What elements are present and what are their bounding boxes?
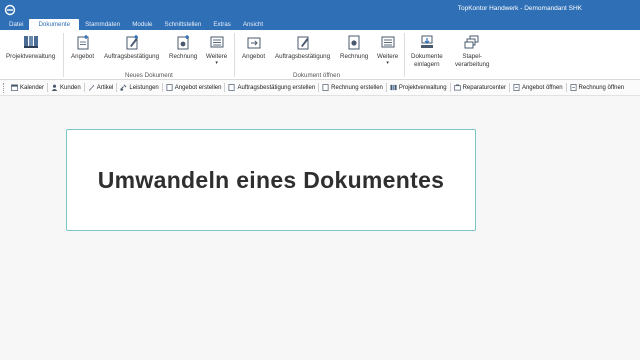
- quick-auftragsbestaetigung-erstellen[interactable]: Auftragsbestätigung erstellen: [225, 84, 318, 91]
- open-angebot-button[interactable]: Angebot: [242, 34, 265, 61]
- quick-leistungen[interactable]: Leistungen: [117, 84, 161, 91]
- quick-angebot-oeffnen[interactable]: Angebot öffnen: [510, 84, 566, 91]
- quick-auftragsbestaetigung-erstellen-label: Auftragsbestätigung erstellen: [237, 84, 316, 91]
- new-rechnung-button[interactable]: Rechnung: [169, 34, 197, 61]
- stapel-label-line1: Stapel-: [462, 53, 482, 60]
- open-rechnung-label: Rechnung: [340, 53, 369, 60]
- document-edit-icon: [297, 36, 309, 50]
- open-angebot-label: Angebot: [242, 53, 266, 60]
- tab-datei[interactable]: Datei: [0, 19, 29, 30]
- open-auftragsbestaetigung-label: Auftragsbestätigung: [275, 53, 331, 60]
- projektverwaltung-button[interactable]: Projektverwaltung: [6, 34, 55, 61]
- document-open-icon: [247, 37, 261, 49]
- separator: [63, 33, 64, 77]
- projektverwaltung-label: Projektverwaltung: [6, 53, 56, 60]
- archive-icon: [420, 35, 433, 48]
- quick-reparaturcenter-label: Reparaturcenter: [462, 84, 506, 91]
- einlagern-label-line2: einlagern: [414, 61, 440, 68]
- quick-kalender-label: Kalender: [20, 84, 45, 91]
- more-documents-icon: [381, 36, 395, 48]
- new-rechnung-label: Rechnung: [169, 53, 198, 60]
- tab-module[interactable]: Module: [126, 19, 158, 30]
- calendar-icon: [11, 84, 18, 91]
- projects-icon: [23, 36, 38, 48]
- document-new-icon: [77, 35, 89, 50]
- tab-stammdaten[interactable]: Stammdaten: [79, 19, 126, 30]
- document-open-icon: [513, 84, 520, 91]
- quick-rechnung-erstellen-label: Rechnung erstellen: [331, 84, 383, 91]
- stapelverarbeitung-button[interactable]: Stapel- verarbeitung: [455, 34, 489, 69]
- open-weitere-dropdown[interactable]: Weitere ▾: [377, 34, 398, 66]
- chevron-down-icon: ▾: [386, 60, 389, 66]
- tab-dokumente[interactable]: Dokumente: [29, 19, 80, 30]
- quick-artikel-label: Artikel: [96, 84, 114, 91]
- document-new-icon: [228, 84, 235, 91]
- repair-icon: [453, 84, 461, 91]
- separator: [404, 33, 405, 77]
- quick-rechnung-oeffnen[interactable]: Rechnung öffnen: [567, 84, 628, 91]
- quick-access-bar: Kalender Kunden Artikel Leistungen Angeb…: [0, 80, 640, 96]
- stapel-label-line2: verarbeitung: [455, 61, 490, 68]
- quick-angebot-erstellen[interactable]: Angebot erstellen: [163, 84, 225, 91]
- window-title: TopKontor Handwerk - Demomandant SHK: [457, 5, 582, 12]
- quick-rechnung-oeffnen-label: Rechnung öffnen: [578, 84, 625, 91]
- document-edit-icon: [126, 35, 138, 50]
- quick-kunden-label: Kunden: [60, 84, 81, 91]
- quick-kunden[interactable]: Kunden: [48, 84, 84, 91]
- quick-reparaturcenter[interactable]: Reparaturcenter: [451, 84, 509, 91]
- invoice-new-icon: [177, 35, 190, 50]
- main-content: Umwandeln eines Dokumentes: [0, 96, 640, 360]
- quick-kalender[interactable]: Kalender: [8, 84, 47, 91]
- toolbar-grip[interactable]: [3, 82, 6, 93]
- ribbon-tabs: Datei Dokumente Stammdaten Module Schnit…: [0, 19, 269, 30]
- more-documents-icon: [210, 36, 224, 48]
- quick-projektverwaltung[interactable]: Projektverwaltung: [387, 84, 450, 91]
- document-open-icon: [570, 84, 577, 91]
- ribbon: Projektverwaltung Angebot Auftragsbestät…: [0, 30, 640, 80]
- wrench-icon: [120, 84, 127, 91]
- quick-rechnung-erstellen[interactable]: Rechnung erstellen: [319, 84, 386, 91]
- title-bar: TopKontor Handwerk - Demomandant SHK Dat…: [0, 0, 640, 30]
- title-card: Umwandeln eines Dokumentes: [66, 129, 476, 231]
- tab-ansicht[interactable]: Ansicht: [237, 19, 269, 30]
- document-new-icon: [322, 84, 329, 91]
- chevron-down-icon: ▾: [215, 60, 218, 66]
- person-icon: [51, 84, 58, 91]
- new-auftragsbestaetigung-button[interactable]: Auftragsbestätigung: [104, 34, 159, 61]
- open-rechnung-button[interactable]: Rechnung: [340, 34, 368, 61]
- new-angebot-label: Angebot: [71, 53, 95, 60]
- new-auftragsbestaetigung-label: Auftragsbestätigung: [104, 53, 160, 60]
- tools-icon: [88, 84, 94, 91]
- quick-angebot-oeffnen-label: Angebot öffnen: [521, 84, 563, 91]
- app-logo-icon[interactable]: [4, 4, 16, 16]
- quick-projektverwaltung-label: Projektverwaltung: [398, 84, 447, 91]
- group-label-neues-dokument: Neues Dokument: [125, 72, 173, 79]
- page-title: Umwandeln eines Dokumentes: [97, 166, 445, 193]
- quick-artikel[interactable]: Artikel: [85, 84, 117, 91]
- quick-leistungen-label: Leistungen: [129, 84, 159, 91]
- tab-schnittstellen[interactable]: Schnittstellen: [159, 19, 208, 30]
- tab-extras[interactable]: Extras: [207, 19, 237, 30]
- new-weitere-dropdown[interactable]: Weitere ▾: [206, 34, 227, 66]
- new-angebot-button[interactable]: Angebot: [71, 34, 94, 61]
- quick-angebot-erstellen-label: Angebot erstellen: [174, 84, 222, 91]
- invoice-icon: [348, 35, 360, 50]
- batch-icon: [464, 35, 479, 49]
- document-new-icon: [166, 84, 173, 91]
- separator: [234, 33, 235, 77]
- dokumente-einlagern-button[interactable]: Dokumente einlagern: [411, 34, 443, 69]
- einlagern-label-line1: Dokumente: [411, 53, 443, 60]
- group-label-dokument-oeffnen: Dokument öffnen: [293, 72, 341, 79]
- projects-icon: [390, 84, 397, 91]
- open-auftragsbestaetigung-button[interactable]: Auftragsbestätigung: [275, 34, 330, 61]
